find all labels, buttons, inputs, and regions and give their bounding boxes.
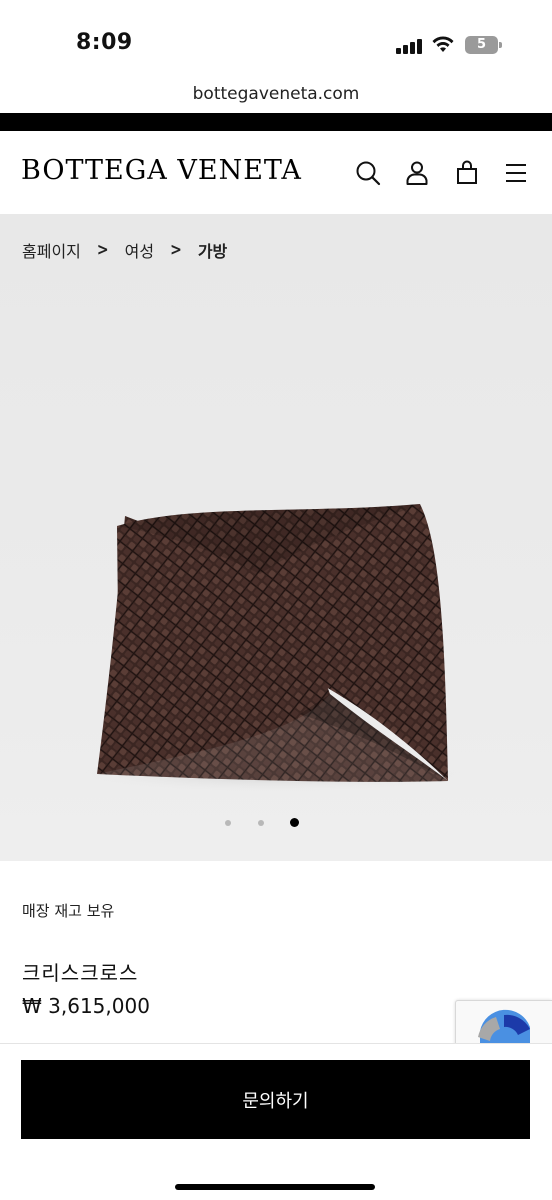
bottom-action-bar: 문의하기 bbox=[0, 1043, 552, 1200]
breadcrumb-women[interactable]: 여성 bbox=[125, 238, 154, 262]
breadcrumb-bags[interactable]: 가방 bbox=[198, 238, 227, 262]
battery-icon: 5 bbox=[465, 36, 502, 54]
gallery-dot[interactable] bbox=[258, 820, 264, 826]
shopping-bag-icon[interactable] bbox=[453, 159, 481, 187]
status-time: 8:09 bbox=[76, 30, 133, 55]
wifi-icon bbox=[432, 36, 454, 52]
status-bar: 8:09 5 bbox=[0, 0, 552, 80]
chevron-right-icon: > bbox=[170, 240, 182, 260]
recaptcha-icon bbox=[478, 1009, 530, 1046]
account-icon[interactable] bbox=[403, 159, 431, 187]
breadcrumb: 홈페이지 > 여성 > 가방 bbox=[22, 238, 227, 262]
breadcrumb-home[interactable]: 홈페이지 bbox=[22, 238, 81, 262]
search-icon[interactable] bbox=[354, 159, 382, 187]
menu-icon[interactable] bbox=[502, 159, 530, 187]
brand-logo[interactable]: BOTTEGA VENETA bbox=[21, 155, 302, 186]
inquiry-button[interactable]: 문의하기 bbox=[21, 1060, 530, 1139]
signal-icon bbox=[396, 38, 422, 54]
product-image-gallery[interactable]: 홈페이지 > 여성 > 가방 bbox=[0, 214, 552, 861]
product-photo bbox=[82, 504, 462, 792]
gallery-pagination bbox=[0, 818, 552, 830]
gallery-dot-active[interactable] bbox=[290, 818, 299, 827]
product-price: ₩ 3,615,000 bbox=[22, 994, 150, 1018]
site-header: BOTTEGA VENETA bbox=[0, 131, 552, 214]
announcement-strip bbox=[0, 113, 552, 131]
product-name: 크리스크로스 bbox=[22, 961, 139, 985]
battery-level: 5 bbox=[476, 37, 487, 52]
address-bar-url[interactable]: bottegaveneta.com bbox=[0, 84, 552, 104]
chevron-right-icon: > bbox=[96, 240, 109, 260]
stock-status: 매장 재고 보유 bbox=[22, 902, 115, 920]
recaptcha-badge[interactable] bbox=[455, 1000, 552, 1046]
home-indicator[interactable] bbox=[175, 1184, 375, 1190]
gallery-dot[interactable] bbox=[225, 820, 231, 826]
